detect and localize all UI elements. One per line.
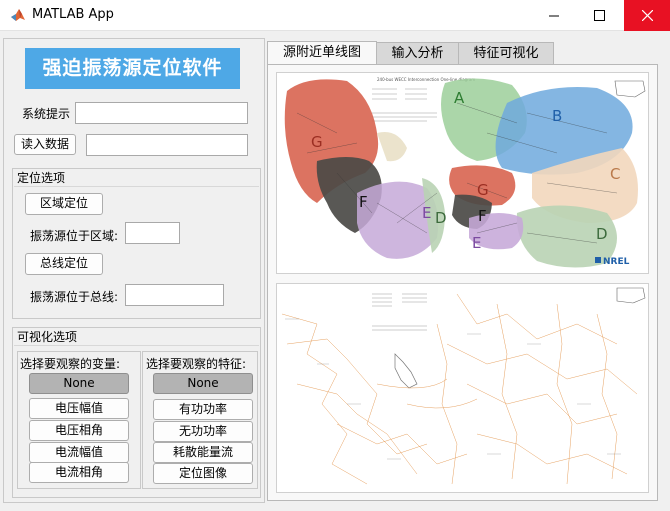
feature-option-dissipating-energy-flow[interactable]: 耗散能量流	[153, 442, 253, 463]
window-title: MATLAB App	[32, 7, 114, 22]
close-icon	[641, 10, 653, 21]
minimize-button[interactable]	[532, 0, 577, 31]
region-label-e: E	[472, 234, 481, 252]
feature-option-none[interactable]: None	[153, 373, 253, 394]
region-label-e-west: E	[422, 204, 431, 222]
maximize-icon	[594, 10, 605, 21]
app-banner: 强迫振荡源定位软件	[25, 48, 240, 89]
variable-option-current-magnitude[interactable]: 电流幅值	[29, 442, 129, 463]
tab-strip: 源附近单线图 输入分析 特征可视化	[267, 41, 657, 66]
tab-input-analysis[interactable]: 输入分析	[376, 42, 459, 65]
title-bar: MATLAB App	[0, 0, 670, 31]
bus-result-field[interactable]	[125, 284, 224, 306]
region-result-label: 振荡源位于区域:	[30, 229, 119, 243]
bus-locate-button[interactable]: 总线定位	[25, 253, 103, 275]
feature-option-reactive-power[interactable]: 无功功率	[153, 421, 253, 442]
wecc-region-map: 240-bus WECC Interconnection One-line di…	[277, 73, 648, 273]
nrel-logo-text: NREL	[603, 257, 630, 267]
region-label-f-west: F	[359, 193, 368, 211]
region-label-g: G	[477, 181, 489, 199]
regional-map-image: 240-bus WECC Interconnection One-line di…	[276, 72, 649, 274]
region-label-f: F	[478, 207, 487, 225]
tab-feature-visualization[interactable]: 特征可视化	[458, 42, 554, 65]
read-data-button[interactable]: 读入数据	[14, 134, 76, 155]
visual-options-title: 可视化选项	[14, 329, 259, 346]
variable-option-current-angle[interactable]: 电流相角	[29, 462, 129, 483]
feature-option-location-image[interactable]: 定位图像	[153, 463, 253, 484]
feature-option-active-power[interactable]: 有功功率	[153, 399, 253, 420]
features-header: 选择要观察的特征:	[146, 357, 247, 371]
region-label-d: D	[596, 225, 608, 243]
variable-option-none[interactable]: None	[29, 373, 129, 394]
region-result-field[interactable]	[125, 222, 180, 244]
region-label-g-west: G	[311, 133, 323, 151]
maximize-button[interactable]	[577, 0, 622, 31]
bus-result-label: 振荡源位于总线:	[30, 290, 119, 304]
system-hint-field[interactable]	[75, 102, 248, 124]
matlab-logo-icon	[11, 9, 25, 21]
one-line-diagram-image	[276, 283, 649, 493]
region-label-d-west: D	[435, 209, 447, 227]
variable-option-voltage-magnitude[interactable]: 电压幅值	[29, 398, 129, 419]
tab-nearby-one-line[interactable]: 源附近单线图	[267, 41, 377, 66]
region-label-b: B	[552, 107, 562, 125]
localize-options-title: 定位选项	[14, 170, 259, 187]
minimize-icon	[549, 15, 559, 17]
variable-option-voltage-angle[interactable]: 电压相角	[29, 420, 129, 441]
wecc-one-line-diagram	[277, 284, 648, 492]
region-locate-button[interactable]: 区域定位	[25, 193, 103, 215]
data-path-field[interactable]	[86, 134, 248, 156]
variables-header: 选择要观察的变量:	[20, 357, 121, 371]
region-label-c: C	[610, 165, 620, 183]
region-label-a: A	[454, 89, 465, 107]
system-hint-label: 系统提示	[22, 107, 71, 121]
close-button[interactable]	[624, 0, 670, 31]
